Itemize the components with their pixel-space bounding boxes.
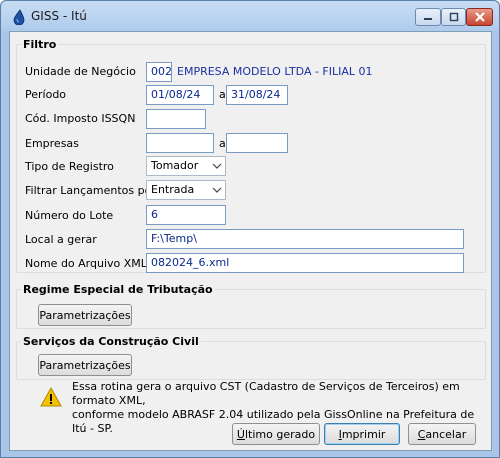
unidade-negocio-label: Unidade de Negócio xyxy=(25,65,136,78)
minimize-icon xyxy=(424,18,432,20)
numero-lote-input[interactable]: 6 xyxy=(146,205,226,225)
imprimir-button[interactable]: Imprimir xyxy=(324,423,400,445)
dialog-window: GISS - Itú Filtro Unidade de Negócio 002… xyxy=(0,0,500,458)
servicos-construcao-legend: Serviços da Construção Civil xyxy=(23,335,199,348)
tipo-registro-select[interactable]: Tomador xyxy=(146,156,226,176)
cancelar-button[interactable]: Cancelar xyxy=(408,423,476,445)
close-icon xyxy=(474,12,485,22)
empresas-from-input[interactable] xyxy=(146,133,214,153)
warning-icon xyxy=(40,387,62,407)
nome-arquivo-label: Nome do Arquivo XML xyxy=(25,257,147,270)
cod-imposto-input[interactable] xyxy=(146,109,206,129)
local-gerar-label: Local a gerar xyxy=(25,233,97,246)
cancelar-label: ancelar xyxy=(425,427,467,441)
nome-arquivo-input[interactable]: 082024_6.xml xyxy=(146,253,464,273)
maximize-button[interactable] xyxy=(441,8,466,26)
empresas-to-input[interactable] xyxy=(226,133,288,153)
tipo-registro-value: Tomador xyxy=(151,159,199,172)
regime-especial-legend: Regime Especial de Tributação xyxy=(23,283,213,296)
cod-imposto-label: Cód. Imposto ISSQN xyxy=(25,112,136,125)
periodo-label: Período xyxy=(25,88,67,101)
filtrar-lancamentos-label: Filtrar Lançamentos por xyxy=(25,184,156,197)
ultimo-gerado-label: ltimo gerado xyxy=(244,427,316,441)
filtrar-lancamentos-value: Entrada xyxy=(151,183,195,196)
unidade-negocio-code-input[interactable]: 002 xyxy=(146,62,172,82)
construcao-parametrizacoes-button[interactable]: Parametrizações xyxy=(38,354,132,376)
unidade-negocio-name: EMPRESA MODELO LTDA - FILIAL 01 xyxy=(177,65,373,78)
window-title: GISS - Itú xyxy=(31,9,87,23)
empresas-label: Empresas xyxy=(25,137,79,150)
imprimir-label: mprimir xyxy=(341,427,386,441)
ultimo-gerado-mnemonic: Ú xyxy=(236,427,245,441)
info-message-line-1: Essa rotina gera o arquivo CST (Cadastro… xyxy=(72,380,460,407)
dialog-client-area: Filtro Unidade de Negócio 002 EMPRESA MO… xyxy=(9,31,492,451)
chevron-down-icon xyxy=(212,187,222,193)
tipo-registro-label: Tipo de Registro xyxy=(25,160,114,173)
filtrar-lancamentos-select[interactable]: Entrada xyxy=(146,180,226,200)
periodo-separator: a xyxy=(219,88,226,101)
filtro-legend: Filtro xyxy=(23,38,57,51)
periodo-from-input[interactable]: 01/08/24 xyxy=(146,85,214,105)
app-drop-icon xyxy=(13,9,25,25)
periodo-to-input[interactable]: 31/08/24 xyxy=(226,85,288,105)
title-bar[interactable]: GISS - Itú xyxy=(1,1,499,31)
cancelar-mnemonic: C xyxy=(417,427,426,441)
chevron-down-icon xyxy=(212,163,222,169)
empresas-separator: a xyxy=(219,137,226,150)
ultimo-gerado-button[interactable]: Último gerado xyxy=(232,423,320,445)
local-gerar-input[interactable]: F:\Temp\ xyxy=(146,229,464,249)
regime-parametrizacoes-button[interactable]: Parametrizações xyxy=(38,304,132,326)
numero-lote-label: Número do Lote xyxy=(25,209,114,222)
close-button[interactable] xyxy=(466,8,493,26)
minimize-button[interactable] xyxy=(415,8,441,26)
maximize-icon xyxy=(449,12,458,22)
